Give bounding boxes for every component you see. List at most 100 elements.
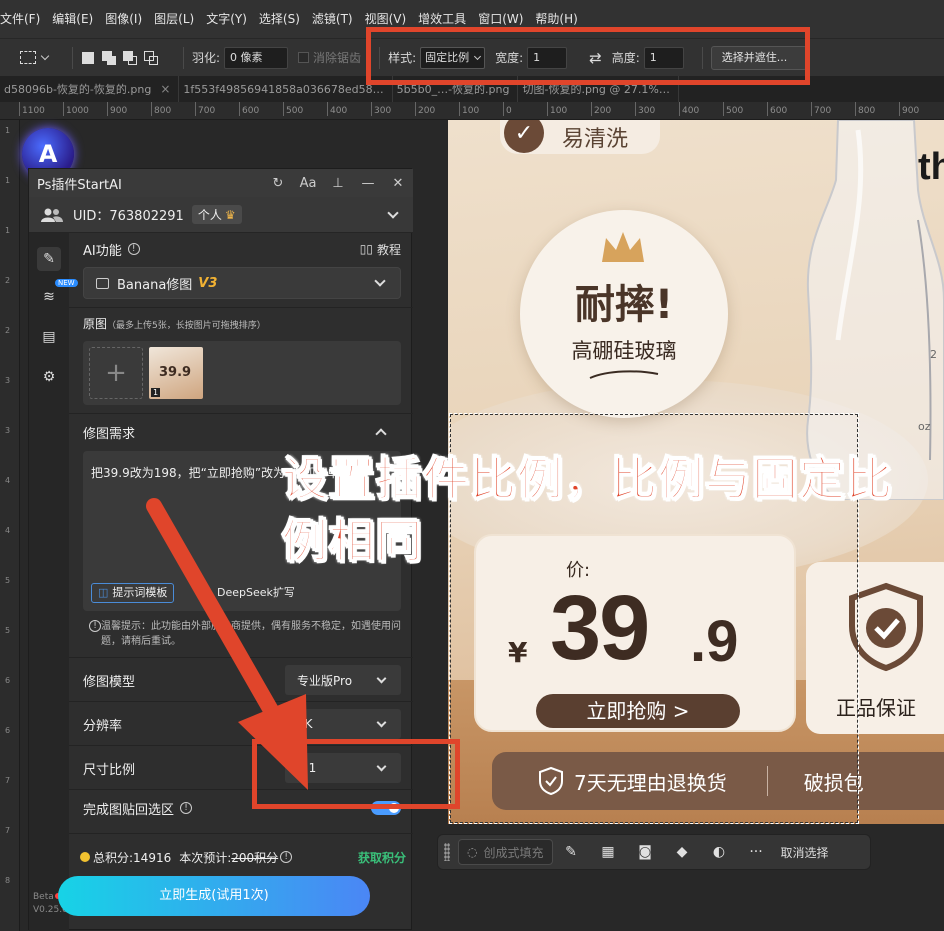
subtract-selection-icon[interactable] bbox=[123, 50, 137, 65]
menu-image[interactable]: 图像(I) bbox=[99, 10, 148, 27]
divider bbox=[69, 833, 413, 834]
points-row: 总积分:14916 本次预计: 200积分 ! 获取积分 bbox=[80, 848, 406, 866]
doc-tab[interactable]: d58096b-恢复的-恢复的.png × bbox=[0, 76, 180, 102]
doc-tab-label: 切图-恢复的.png @ 27.1%… bbox=[522, 83, 670, 96]
divider bbox=[766, 766, 768, 796]
antialias-checkbox[interactable] bbox=[298, 52, 310, 63]
doc-tab-active[interactable]: 切图-恢复的.png @ 27.1%… bbox=[518, 76, 679, 102]
close-icon[interactable]: × bbox=[160, 82, 170, 96]
font-size-icon[interactable]: Aa bbox=[293, 176, 323, 191]
tutorial-link[interactable]: ▯▯ 教程 bbox=[360, 241, 401, 258]
paste-back-toggle[interactable] bbox=[371, 801, 401, 815]
style-value: 固定比例 bbox=[425, 50, 470, 64]
edit-tool-icon[interactable]: ✎ bbox=[37, 247, 61, 271]
more-icon[interactable]: ··· bbox=[738, 844, 775, 860]
ruler-tick-label: 200 bbox=[590, 102, 612, 116]
generate-button[interactable]: 立即生成(试用1次) bbox=[58, 876, 370, 916]
ruler-tick-label: 4 bbox=[5, 476, 11, 485]
height-label: 高度: bbox=[611, 51, 640, 65]
requirement-header[interactable]: 修图需求 bbox=[83, 419, 401, 445]
plugin-title: Ps插件StartAI bbox=[37, 177, 122, 193]
paste-back-label: 完成图贴回选区 bbox=[83, 802, 175, 818]
layers-icon[interactable]: ≋ NEW bbox=[37, 279, 78, 309]
get-points-link[interactable]: 获取积分 bbox=[358, 849, 406, 866]
model-select[interactable]: 专业版Pro bbox=[285, 665, 401, 695]
account-row[interactable]: UID：763802291 个人 ♛ bbox=[29, 197, 413, 233]
swap-width-height-icon[interactable]: ⇄ bbox=[589, 49, 602, 67]
ruler-tick-label: 700 bbox=[810, 102, 832, 116]
beta-label: Beta bbox=[33, 892, 54, 902]
image-thumbnail[interactable]: 39.9 1 bbox=[149, 347, 203, 399]
info-icon[interactable]: ! bbox=[180, 802, 193, 814]
adjustment-icon[interactable]: ◐ bbox=[701, 844, 738, 860]
price-currency: ¥ bbox=[508, 636, 528, 669]
return-policy-text: 7天无理由退换货 bbox=[574, 770, 727, 795]
info-icon[interactable]: ! bbox=[280, 851, 293, 863]
resolution-select[interactable]: 2K bbox=[285, 709, 401, 739]
pin-icon[interactable]: ⊥ bbox=[323, 176, 353, 191]
image-icon bbox=[96, 277, 109, 289]
model-option-row: 修图模型 专业版Pro bbox=[83, 665, 401, 695]
menu-plugins[interactable]: 增效工具 bbox=[412, 10, 472, 27]
ruler-tick-label: 2 bbox=[5, 276, 11, 285]
transform-icon[interactable]: ▦ bbox=[590, 844, 627, 860]
divider bbox=[69, 307, 413, 308]
price-integer: 39 bbox=[550, 577, 650, 679]
ruler-tick-label: 900 bbox=[898, 102, 920, 116]
generative-fill-button[interactable]: ◌ 创成式填充 bbox=[458, 839, 553, 865]
doc-tab-label: d58096b-恢复的-恢复的.png bbox=[4, 83, 152, 96]
width-input[interactable]: 1 bbox=[527, 46, 568, 69]
menu-filter[interactable]: 滤镜(T) bbox=[306, 10, 359, 27]
generative-fill-label: 创成式填充 bbox=[483, 845, 544, 860]
ruler-tick-label: 600 bbox=[238, 102, 260, 116]
antialias-label: 消除锯齿 bbox=[313, 51, 362, 65]
divider bbox=[69, 413, 413, 414]
menu-select[interactable]: 选择(S) bbox=[253, 10, 306, 27]
menu-view[interactable]: 视图(V) bbox=[359, 10, 413, 27]
refresh-icon[interactable]: ↻ bbox=[263, 176, 293, 191]
select-and-mask-button[interactable]: 选择并遮住... bbox=[710, 45, 807, 70]
menu-file[interactable]: 文件(F) bbox=[0, 10, 46, 27]
ratio-select[interactable]: 1:1 bbox=[285, 753, 401, 783]
feather-input[interactable]: 0 像素 bbox=[224, 46, 289, 69]
marquee-tool-preset[interactable] bbox=[20, 51, 54, 64]
chevron-down-icon[interactable] bbox=[387, 206, 399, 219]
add-selection-icon[interactable] bbox=[102, 50, 116, 65]
menu-layer[interactable]: 图层(L) bbox=[148, 10, 200, 27]
deepseek-expand-button[interactable]: DeepSeek扩写 bbox=[217, 583, 295, 603]
ruler-tick-label: 6 bbox=[5, 676, 11, 685]
clipboard-icon[interactable]: ▤ bbox=[37, 325, 61, 349]
menu-type[interactable]: 文字(Y) bbox=[200, 10, 253, 27]
add-image-button[interactable]: + bbox=[89, 347, 143, 399]
style-select[interactable]: 固定比例 bbox=[420, 46, 486, 69]
users-icon bbox=[41, 208, 63, 222]
mask-icon[interactable]: ◙ bbox=[627, 844, 664, 860]
doc-tab[interactable]: 5b5b0_…-恢复的.png bbox=[393, 76, 519, 102]
divider bbox=[183, 46, 184, 69]
menu-window[interactable]: 窗口(W) bbox=[472, 10, 529, 27]
info-icon[interactable]: ! bbox=[127, 243, 140, 255]
original-images-header: 原图（最多上传5张，长按图片可拖拽排序） bbox=[83, 315, 266, 332]
intersect-selection-icon[interactable] bbox=[144, 50, 158, 65]
drag-handle-icon[interactable] bbox=[444, 843, 450, 861]
style-label: 样式: bbox=[388, 51, 417, 65]
chevron-up-icon[interactable] bbox=[375, 428, 387, 440]
ai-function-select[interactable]: Banana修图 V3 bbox=[83, 267, 401, 299]
prompt-template-button[interactable]: ◫ 提示词模板 bbox=[91, 583, 175, 603]
ruler-tick-label: 800 bbox=[854, 102, 876, 116]
account-type-badge: 个人 ♛ bbox=[191, 205, 242, 224]
requirement-title: 修图需求 bbox=[83, 426, 136, 442]
brush-icon[interactable]: ✎ bbox=[553, 844, 590, 860]
minimize-icon[interactable]: — bbox=[353, 176, 383, 191]
gear-icon[interactable]: ⚙ bbox=[37, 365, 61, 389]
height-input[interactable]: 1 bbox=[643, 46, 684, 69]
menu-help[interactable]: 帮助(H) bbox=[529, 10, 583, 27]
fill-bucket-icon[interactable]: ◆ bbox=[664, 844, 701, 860]
chevron-down-icon bbox=[376, 761, 387, 771]
new-selection-icon[interactable] bbox=[81, 51, 95, 65]
close-icon[interactable]: ✕ bbox=[383, 176, 413, 191]
doc-tab[interactable]: 1f553f49856941858a036678ed58… bbox=[179, 76, 393, 102]
return-policy-bar: 7天无理由退换货 破损包 bbox=[492, 752, 944, 810]
menu-edit[interactable]: 编辑(E) bbox=[46, 10, 99, 27]
deselect-button[interactable]: 取消选择 bbox=[781, 844, 829, 861]
